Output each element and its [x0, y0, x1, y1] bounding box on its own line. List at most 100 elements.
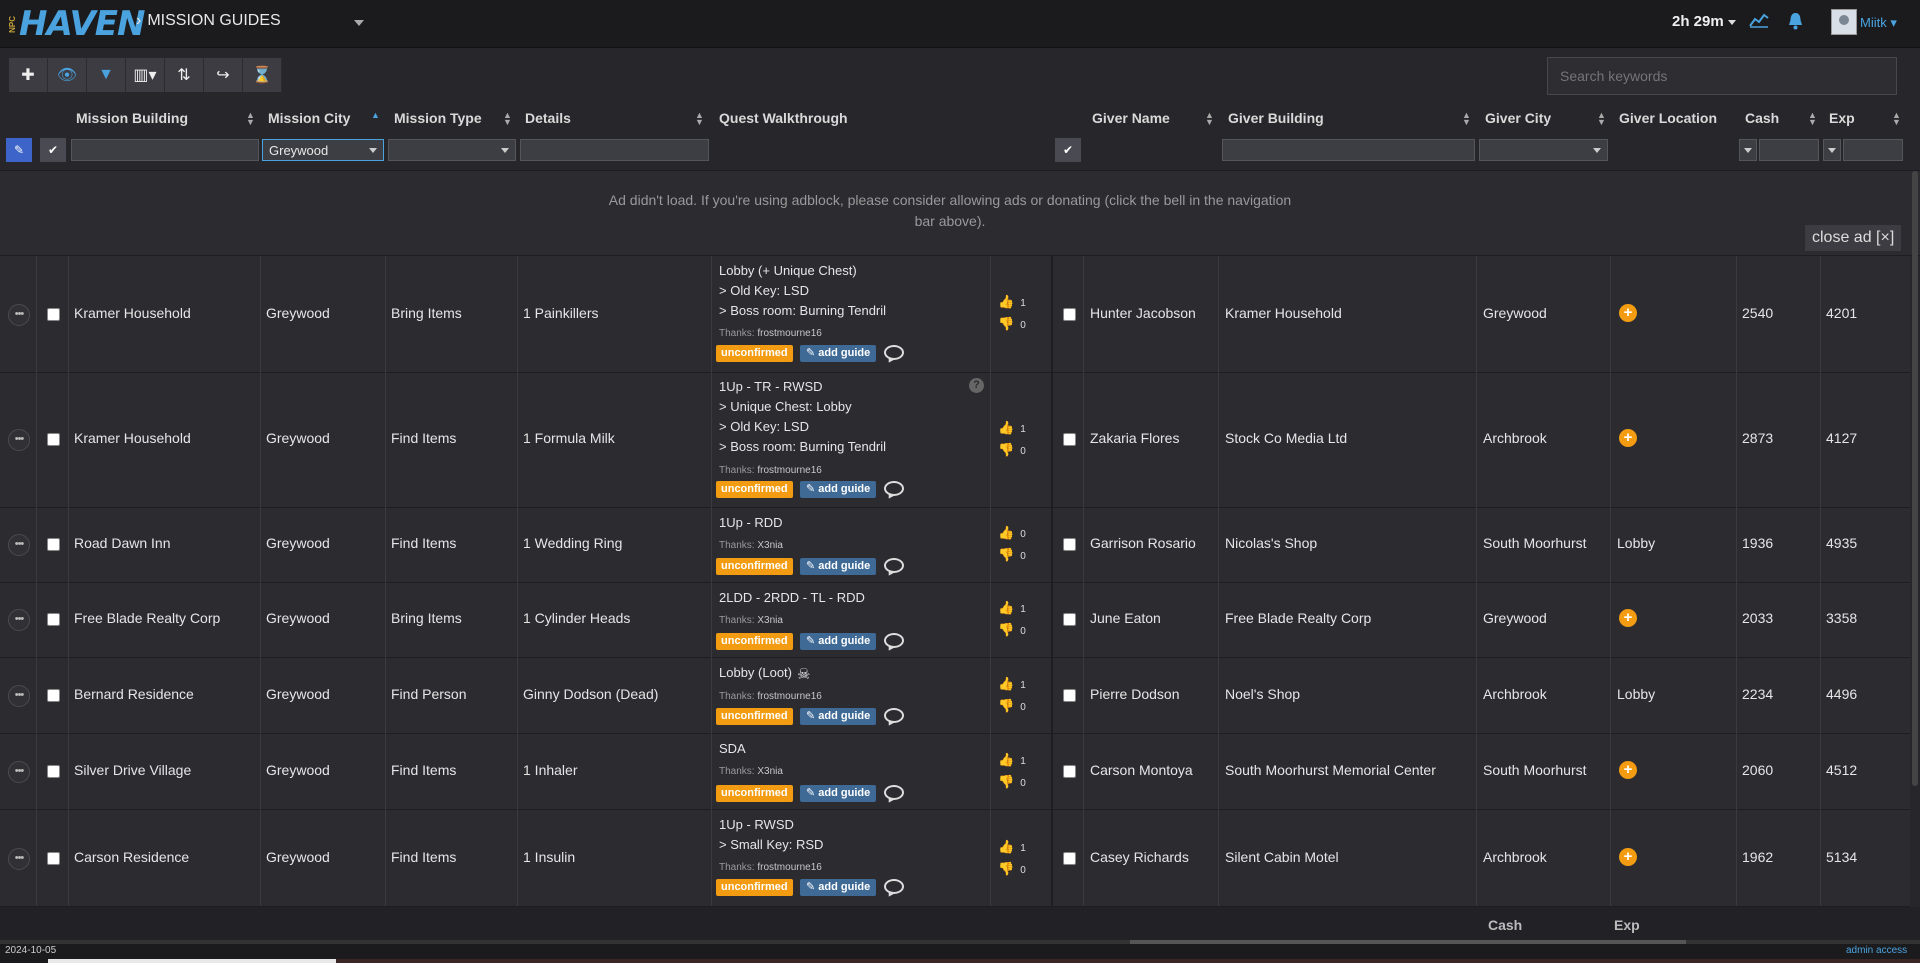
filter-cash-operator[interactable] — [1739, 139, 1757, 161]
visibility-button[interactable]: 👁 — [48, 58, 87, 92]
sort-icon[interactable]: ▲ ▼ — [1597, 111, 1606, 127]
thanks-user[interactable]: frostmourne16 — [757, 465, 821, 476]
row-menu-icon[interactable]: ••• — [8, 761, 30, 783]
comment-icon[interactable] — [884, 785, 904, 800]
filter-mission-type[interactable] — [388, 139, 516, 161]
timer-dropdown[interactable]: 2h 29m — [1672, 13, 1736, 30]
close-ad-button[interactable]: close ad [×] — [1805, 225, 1902, 251]
select-all-button[interactable]: ✔ — [40, 138, 66, 162]
downvote-button[interactable]: 👎 0 — [998, 861, 1026, 877]
upvote-button[interactable]: 👍 1 — [998, 420, 1026, 436]
giver-checkbox[interactable] — [1063, 765, 1076, 778]
row-checkbox[interactable] — [47, 689, 60, 702]
header-quest-walkthrough[interactable]: Quest Walkthrough — [719, 110, 848, 132]
add-location-icon[interactable]: + — [1619, 429, 1637, 447]
sort-asc-icon[interactable]: ▲ — [371, 111, 380, 120]
thanks-user[interactable]: frostmourne16 — [757, 862, 821, 873]
header-mission-type[interactable]: Mission Type — [394, 110, 482, 132]
admin-access-link[interactable]: admin access — [1846, 945, 1907, 956]
header-giver-location[interactable]: Giver Location — [1619, 110, 1717, 132]
filter-details[interactable] — [520, 139, 709, 161]
add-guide-button[interactable]: ✎ add guide — [800, 785, 877, 802]
filter-mission-building[interactable] — [71, 139, 259, 161]
add-guide-button[interactable]: ✎ add guide — [800, 633, 877, 650]
add-location-icon[interactable]: + — [1619, 609, 1637, 627]
header-cash[interactable]: Cash — [1745, 110, 1779, 132]
breadcrumb-dropdown-icon[interactable] — [354, 20, 364, 26]
row-checkbox[interactable] — [47, 538, 60, 551]
row-checkbox[interactable] — [47, 852, 60, 865]
add-guide-button[interactable]: ✎ add guide — [800, 481, 877, 498]
add-guide-button[interactable]: ✎ add guide — [800, 558, 877, 575]
timer-button[interactable]: ⌛ — [243, 58, 282, 92]
add-guide-button[interactable]: ✎ add guide — [800, 708, 877, 725]
search-input[interactable] — [1547, 57, 1897, 95]
share-button[interactable]: ↪ — [204, 58, 243, 92]
comment-icon[interactable] — [884, 345, 904, 360]
giver-checkbox[interactable] — [1063, 689, 1076, 702]
row-menu-icon[interactable]: ••• — [8, 848, 30, 870]
downvote-button[interactable]: 👎 0 — [998, 316, 1026, 332]
header-giver-city[interactable]: Giver City — [1485, 110, 1551, 132]
sort-icon[interactable]: ▲ ▼ — [1892, 111, 1901, 127]
downvote-button[interactable]: 👎 0 — [998, 547, 1026, 563]
comment-icon[interactable] — [884, 481, 904, 496]
add-guide-button[interactable]: ✎ add guide — [800, 345, 877, 362]
comment-icon[interactable] — [884, 708, 904, 723]
downvote-button[interactable]: 👎 0 — [998, 442, 1026, 458]
bell-icon[interactable] — [1787, 12, 1804, 35]
upvote-button[interactable]: 👍 1 — [998, 676, 1026, 692]
giver-select-all-button[interactable]: ✔ — [1055, 138, 1081, 162]
giver-checkbox[interactable] — [1063, 433, 1076, 446]
row-menu-icon[interactable]: ••• — [8, 685, 30, 707]
add-location-icon[interactable]: + — [1619, 304, 1637, 322]
stats-chart-icon[interactable] — [1749, 12, 1769, 33]
header-details[interactable]: Details — [525, 110, 571, 132]
comment-icon[interactable] — [884, 879, 904, 894]
header-mission-city[interactable]: Mission City — [268, 110, 350, 132]
thanks-user[interactable]: frostmourne16 — [757, 691, 821, 702]
vertical-scrollbar[interactable] — [1912, 171, 1918, 786]
columns-button[interactable]: ▥▾ — [126, 58, 165, 92]
avatar[interactable] — [1831, 9, 1857, 35]
add-location-icon[interactable]: + — [1619, 848, 1637, 866]
sort-icon[interactable]: ▲ ▼ — [503, 111, 512, 127]
giver-checkbox[interactable] — [1063, 308, 1076, 321]
sort-icon[interactable]: ▲ ▼ — [1808, 111, 1817, 127]
row-menu-icon[interactable]: ••• — [8, 609, 30, 631]
giver-checkbox[interactable] — [1063, 613, 1076, 626]
row-checkbox[interactable] — [47, 433, 60, 446]
add-location-icon[interactable]: + — [1619, 761, 1637, 779]
giver-checkbox[interactable] — [1063, 852, 1076, 865]
comment-icon[interactable] — [884, 633, 904, 648]
upvote-button[interactable]: 👍 1 — [998, 294, 1026, 310]
row-menu-icon[interactable]: ••• — [8, 534, 30, 556]
upvote-button[interactable]: 👍 1 — [998, 600, 1026, 616]
row-checkbox[interactable] — [47, 308, 60, 321]
upvote-button[interactable]: 👍 1 — [998, 752, 1026, 768]
user-menu[interactable]: Miitk ▾ — [1860, 15, 1897, 31]
filter-button[interactable]: ▼ — [87, 58, 126, 92]
sort-icon[interactable]: ▲ ▼ — [695, 111, 704, 127]
comment-icon[interactable] — [884, 558, 904, 573]
site-logo[interactable]: NPC HAVEN — [8, 4, 145, 44]
upvote-button[interactable]: 👍 0 — [998, 525, 1026, 541]
thanks-user[interactable]: X3nia — [757, 766, 783, 777]
sort-button[interactable]: ⇅ — [165, 58, 204, 92]
filter-giver-city[interactable] — [1479, 139, 1608, 161]
sort-icon[interactable]: ▲ ▼ — [246, 111, 255, 127]
downvote-button[interactable]: 👎 0 — [998, 698, 1026, 714]
header-giver-building[interactable]: Giver Building — [1228, 110, 1324, 132]
row-checkbox[interactable] — [47, 613, 60, 626]
row-checkbox[interactable] — [47, 765, 60, 778]
thanks-user[interactable]: X3nia — [757, 615, 783, 626]
thanks-user[interactable]: frostmourne16 — [757, 328, 821, 339]
header-mission-building[interactable]: Mission Building — [76, 110, 188, 132]
row-menu-icon[interactable]: ••• — [8, 429, 30, 451]
filter-mission-city[interactable]: Greywood — [262, 139, 384, 161]
header-exp[interactable]: Exp — [1829, 110, 1855, 132]
sort-icon[interactable]: ▲ ▼ — [1205, 111, 1214, 127]
upvote-button[interactable]: 👍 1 — [998, 839, 1026, 855]
filter-exp-operator[interactable] — [1823, 139, 1841, 161]
filter-giver-building[interactable] — [1222, 139, 1475, 161]
